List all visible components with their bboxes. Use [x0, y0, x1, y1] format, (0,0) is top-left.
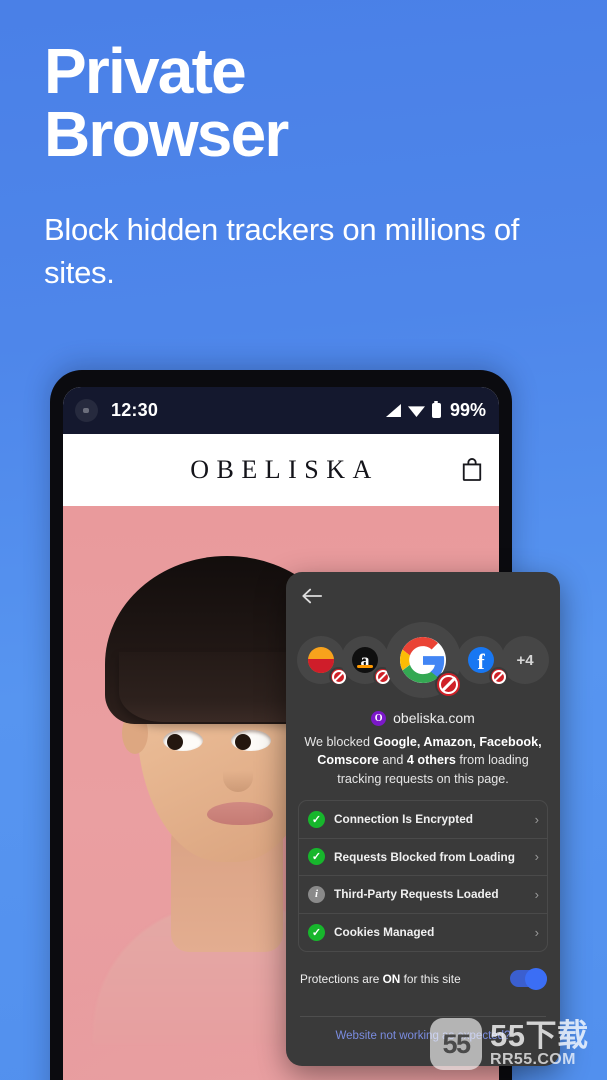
website-logo: OBELISKA [190, 455, 379, 484]
website-not-working-link[interactable]: Website not working as expected? [286, 1030, 560, 1042]
page-title: Private Browser [44, 39, 564, 170]
list-item-connection-encrypted[interactable]: ✓ Connection Is Encrypted › [299, 801, 547, 839]
more-trackers-count: +4 [516, 651, 534, 669]
site-domain-label: obeliska.com [393, 710, 475, 726]
blurb-prefix: We blocked [304, 735, 374, 749]
chevron-right-icon: › [534, 924, 539, 940]
row-label: Cookies Managed [334, 925, 435, 940]
tracker-bubble-facebook[interactable]: f [457, 636, 508, 686]
status-bar-indicators: 99% [385, 400, 486, 421]
blocked-summary-text: We blocked Google, Amazon, Facebook, Com… [298, 733, 548, 788]
back-arrow-icon[interactable] [301, 586, 323, 606]
status-bar: 12:30 99% [63, 387, 499, 434]
protections-prefix: Protections are [300, 971, 383, 986]
tracker-bubble-more[interactable]: +4 [501, 636, 549, 684]
blocked-tracker-list: a f +4 [286, 620, 560, 700]
tracker-bubble-comscore[interactable] [297, 636, 348, 686]
list-item-requests-blocked[interactable]: ✓ Requests Blocked from Loading › [299, 839, 547, 876]
battery-percent-label: 99% [449, 400, 486, 420]
blurb-middle: and [378, 753, 407, 768]
status-bar-clock: 12:30 [111, 400, 159, 420]
protections-label: Protections are ON for this site [300, 972, 461, 986]
pupil-right [235, 734, 251, 750]
blocked-badge-icon [489, 667, 508, 686]
check-circle-icon: ✓ [308, 810, 325, 828]
protection-status-list: ✓ Connection Is Encrypted › ✓ Requests B… [298, 800, 548, 952]
battery-icon [431, 401, 441, 418]
chevron-right-icon: › [534, 811, 539, 827]
hero-section: Private Browser Block hidden trackers on… [44, 39, 564, 295]
comscore-icon [308, 647, 334, 673]
protections-toggle-switch[interactable] [510, 967, 547, 990]
row-label: Connection Is Encrypted [334, 812, 473, 827]
chevron-right-icon: › [534, 886, 539, 902]
nose-shape [223, 762, 253, 792]
protections-toggle-row: Protections are ON for this site [300, 967, 547, 990]
tracker-bubble-amazon[interactable]: a [341, 636, 392, 686]
cellular-signal-icon [385, 404, 401, 417]
list-item-cookies-managed[interactable]: ✓ Cookies Managed › [299, 914, 547, 952]
pupil-left [167, 734, 183, 750]
tracker-protection-panel: a f +4 O obeliska.com We blocked Google,… [286, 572, 560, 1066]
protections-suffix: for this site [400, 971, 461, 986]
row-label: Third-Party Requests Loaded [334, 887, 499, 902]
list-item-third-party-requests[interactable]: i Third-Party Requests Loaded › [299, 876, 547, 914]
blurb-others-count: 4 others [406, 753, 456, 768]
amazon-icon: a [352, 647, 378, 673]
hero-subtitle: Block hidden trackers on millions of sit… [44, 212, 520, 291]
blocked-badge-icon [435, 671, 462, 698]
shopping-bag-icon[interactable] [461, 457, 483, 481]
site-domain-row: O obeliska.com [286, 710, 560, 726]
site-favicon-icon: O [371, 710, 387, 726]
chevron-right-icon: › [534, 849, 539, 865]
title-line-2: Browser [44, 97, 289, 170]
row-label: Requests Blocked from Loading [334, 849, 515, 864]
check-circle-icon: ✓ [308, 923, 325, 941]
lips-shape [207, 802, 273, 825]
facebook-icon: f [468, 647, 494, 673]
notification-dot-icon [75, 399, 98, 422]
check-circle-icon: ✓ [308, 848, 325, 866]
protections-state: ON [382, 971, 401, 986]
wifi-icon [407, 406, 425, 417]
tracker-bubble-google[interactable] [385, 622, 462, 698]
info-circle-icon: i [308, 885, 325, 903]
title-line-1: Private [44, 35, 247, 107]
website-header: OBELISKA [63, 434, 499, 506]
panel-divider [300, 1016, 546, 1017]
